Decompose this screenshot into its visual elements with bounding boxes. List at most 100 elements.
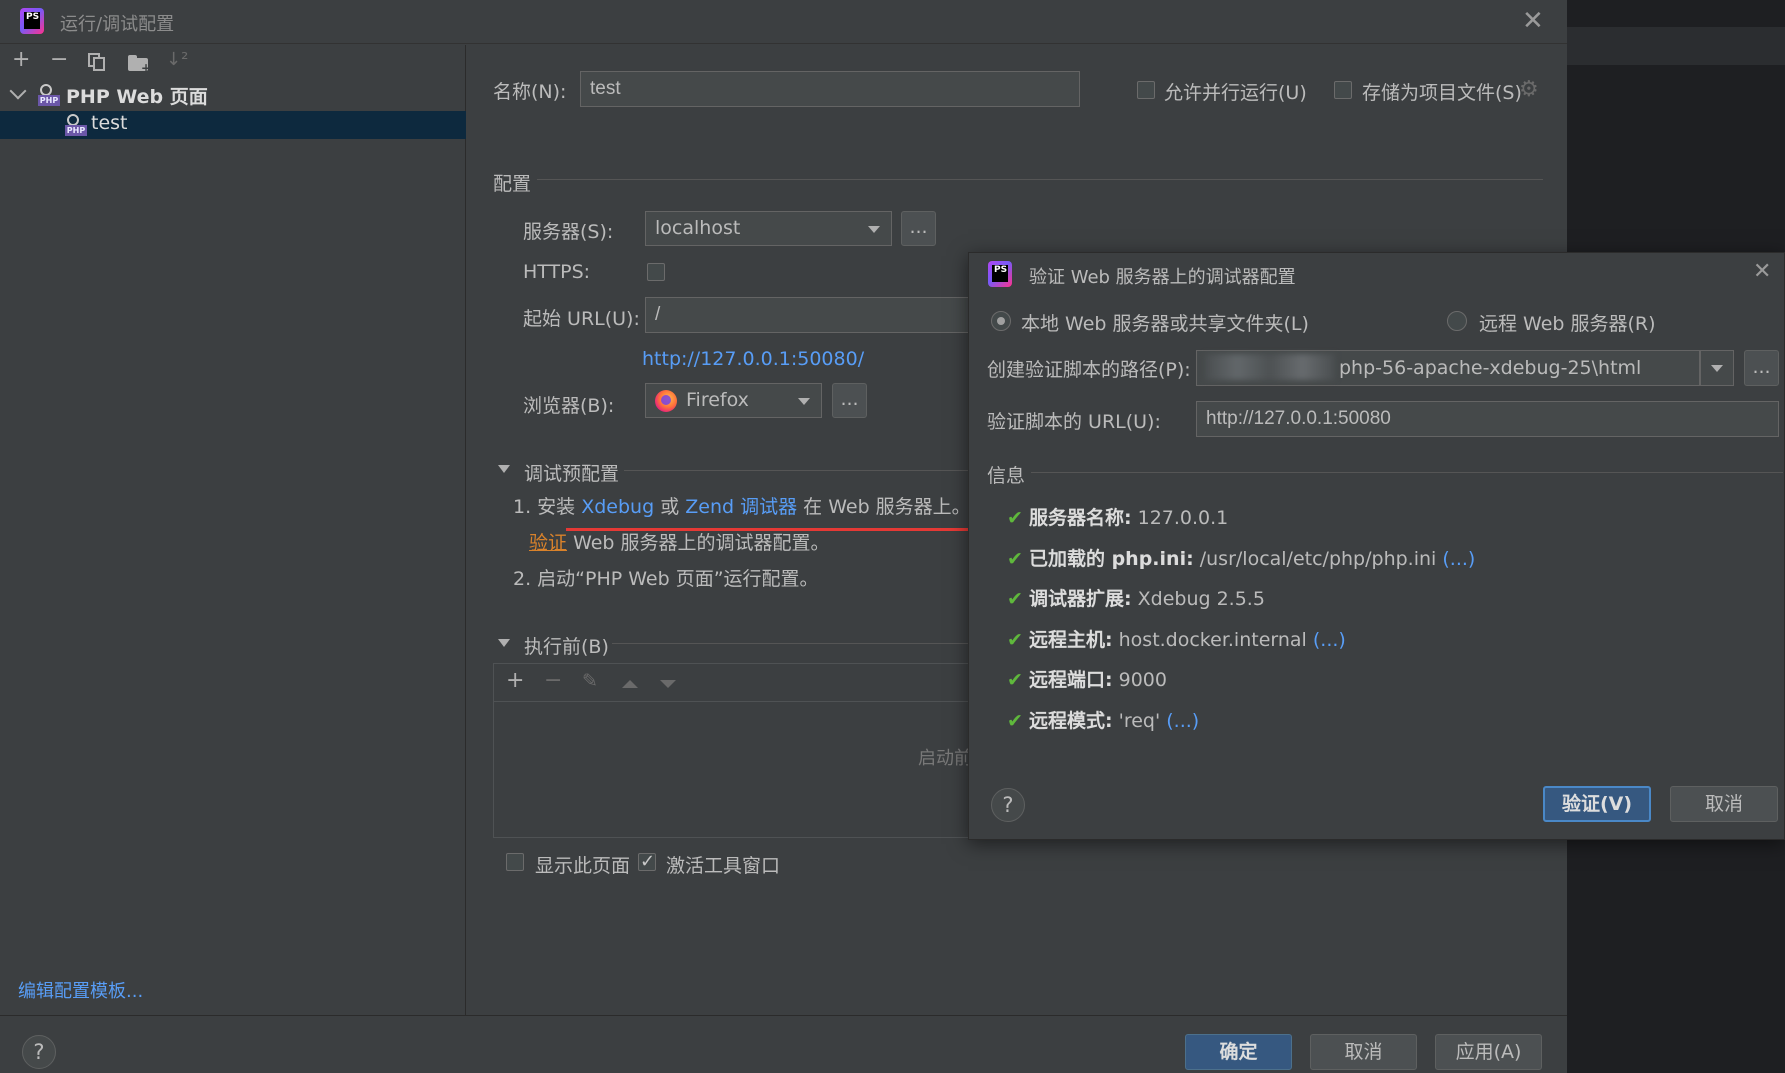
tree-item-label: test (91, 112, 128, 134)
php-web-page-icon: PHP (38, 84, 60, 106)
local-server-radio[interactable] (991, 311, 1011, 331)
script-path-value: php-56-apache-xdebug-25\html (1339, 357, 1642, 379)
add-icon[interactable]: + (12, 49, 30, 71)
debug-validate-line: 验证 Web 服务器上的调试器配置。 (529, 528, 830, 555)
popup-title: 验证 Web 服务器上的调试器配置 (1029, 267, 1296, 288)
before-launch-separator (612, 643, 974, 644)
ok-button[interactable]: 确定 (1185, 1034, 1292, 1070)
close-icon[interactable]: ✕ (1753, 261, 1771, 283)
phpstorm-logo-icon: PS (988, 261, 1012, 287)
config-section-title: 配置 (493, 173, 532, 195)
script-url-input[interactable] (1196, 401, 1779, 437)
script-path-browse-button[interactable]: ... (1744, 350, 1779, 386)
php-web-page-icon: PHP (65, 114, 87, 136)
collapse-debug-icon[interactable] (498, 465, 510, 473)
tree-group-label: PHP Web 页面 (66, 86, 208, 108)
check-icon: ✔ (1007, 507, 1023, 529)
tree-group-php-web[interactable]: PHP PHP Web 页面 (0, 81, 466, 109)
info-value: Xdebug 2.5.5 (1137, 588, 1265, 611)
start-url-input[interactable] (645, 297, 970, 333)
config-tree-panel: + − + ↓² PHP PHP Web 页面 PHP test 编辑配置模板.… (0, 45, 466, 1015)
info-separator (1031, 472, 1783, 473)
help-button[interactable]: ? (22, 1035, 56, 1069)
name-input[interactable] (580, 71, 1080, 107)
gear-icon[interactable]: ⚙ (1519, 79, 1539, 101)
validate-link[interactable]: 验证 (529, 532, 567, 554)
name-label: 名称(N): (493, 81, 567, 103)
validate-debugger-dialog: PS 验证 Web 服务器上的调试器配置 ✕ 本地 Web 服务器或共享文件夹(… (968, 252, 1785, 840)
help-button[interactable]: ? (991, 788, 1025, 822)
info-row: ✔ 调试器扩展: Xdebug 2.5.5 (1007, 584, 1265, 612)
info-more-link[interactable]: (...) (1313, 629, 1346, 651)
info-row: ✔ 远程端口: 9000 (1007, 665, 1167, 693)
script-path-label: 创建验证脚本的路径(P): (987, 359, 1191, 381)
apply-button[interactable]: 应用(A) (1435, 1034, 1542, 1070)
edit-templates-link[interactable]: 编辑配置模板... (18, 977, 143, 1003)
remote-server-radio[interactable] (1447, 311, 1467, 331)
info-more-link[interactable]: (...) (1442, 548, 1475, 570)
info-value: 'req' (1118, 710, 1161, 732)
validate-button[interactable]: 验证(V) (1543, 786, 1651, 822)
collapse-before-launch-icon[interactable] (498, 639, 510, 647)
server-select[interactable]: localhost (645, 211, 892, 246)
debug-separator (624, 470, 974, 471)
info-value: 127.0.0.1 (1137, 507, 1229, 529)
local-server-label: 本地 Web 服务器或共享文件夹(L) (1021, 313, 1309, 335)
info-row: ✔ 服务器名称: 127.0.0.1 (1007, 503, 1228, 531)
remove-icon: − (544, 668, 563, 693)
https-checkbox[interactable] (647, 263, 665, 281)
resolved-url-link[interactable]: http://127.0.0.1:50080/ (642, 348, 864, 370)
phpstorm-logo-icon: PS (20, 8, 44, 34)
script-path-dropdown[interactable] (1700, 350, 1734, 386)
remove-icon[interactable]: − (50, 49, 68, 71)
allow-parallel-checkbox[interactable] (1137, 81, 1155, 99)
copy-icon[interactable] (88, 53, 106, 71)
validate-suffix: Web 服务器上的调试器配置。 (573, 532, 830, 554)
activate-tool-label: 激活工具窗口 (666, 855, 781, 877)
info-key: 远程模式: (1028, 710, 1113, 732)
edit-icon: ✎ (582, 670, 598, 692)
chevron-down-icon[interactable] (9, 82, 27, 100)
browser-select-value: Firefox (686, 389, 749, 411)
info-key: 远程端口: (1028, 669, 1113, 692)
footer-separator (0, 1015, 1567, 1016)
info-more-link[interactable]: (...) (1166, 710, 1199, 732)
server-label: 服务器(S): (523, 221, 614, 243)
browser-browse-button[interactable]: ... (832, 383, 867, 418)
show-page-label: 显示此页面 (535, 855, 631, 877)
browser-label: 浏览器(B): (523, 395, 615, 417)
before-launch-title: 执行前(B) (524, 636, 609, 658)
xdebug-link[interactable]: Xdebug (581, 496, 654, 518)
https-label: HTTPS: (523, 261, 591, 283)
tree-item-test[interactable]: PHP test (0, 111, 466, 139)
info-row: ✔ 已加载的 php.ini: /usr/local/etc/php/php.i… (1007, 544, 1475, 572)
before-launch-toolbar: + − ✎ (494, 664, 974, 702)
show-page-checkbox[interactable] (506, 853, 524, 871)
chevron-down-icon (798, 398, 810, 405)
dialog-title: 运行/调试配置 (60, 14, 175, 35)
info-key: 已加载的 php.ini: (1028, 547, 1194, 570)
folder-add-icon[interactable]: + (128, 55, 151, 74)
step1-prefix: 1. 安装 (513, 496, 576, 518)
check-icon: ✔ (1007, 588, 1023, 611)
close-icon[interactable]: ✕ (1522, 8, 1544, 34)
sort-icon: ↓² (166, 49, 189, 70)
debug-step-1: 1. 安装 Xdebug 或 Zend 调试器 在 Web 服务器上。 (513, 492, 971, 519)
server-browse-button[interactable]: ... (901, 211, 936, 246)
redacted-path-blur (1205, 354, 1335, 380)
browser-select[interactable]: Firefox (645, 383, 822, 418)
move-down-icon (660, 680, 676, 688)
cancel-button[interactable]: 取消 (1310, 1034, 1417, 1070)
zend-link[interactable]: Zend 调试器 (685, 496, 797, 518)
store-as-file-checkbox[interactable] (1334, 81, 1352, 99)
check-icon: ✔ (1007, 669, 1023, 692)
script-url-label: 验证脚本的 URL(U): (987, 411, 1161, 433)
activate-tool-checkbox[interactable] (638, 851, 656, 872)
allow-parallel-label: 允许并行运行(U) (1164, 82, 1307, 104)
add-icon[interactable]: + (506, 670, 524, 692)
popup-cancel-button[interactable]: 取消 (1670, 786, 1778, 822)
remote-server-label: 远程 Web 服务器(R) (1479, 313, 1656, 335)
info-value: 9000 (1118, 669, 1167, 692)
chevron-down-icon (1711, 365, 1723, 372)
server-select-value: localhost (655, 217, 741, 239)
